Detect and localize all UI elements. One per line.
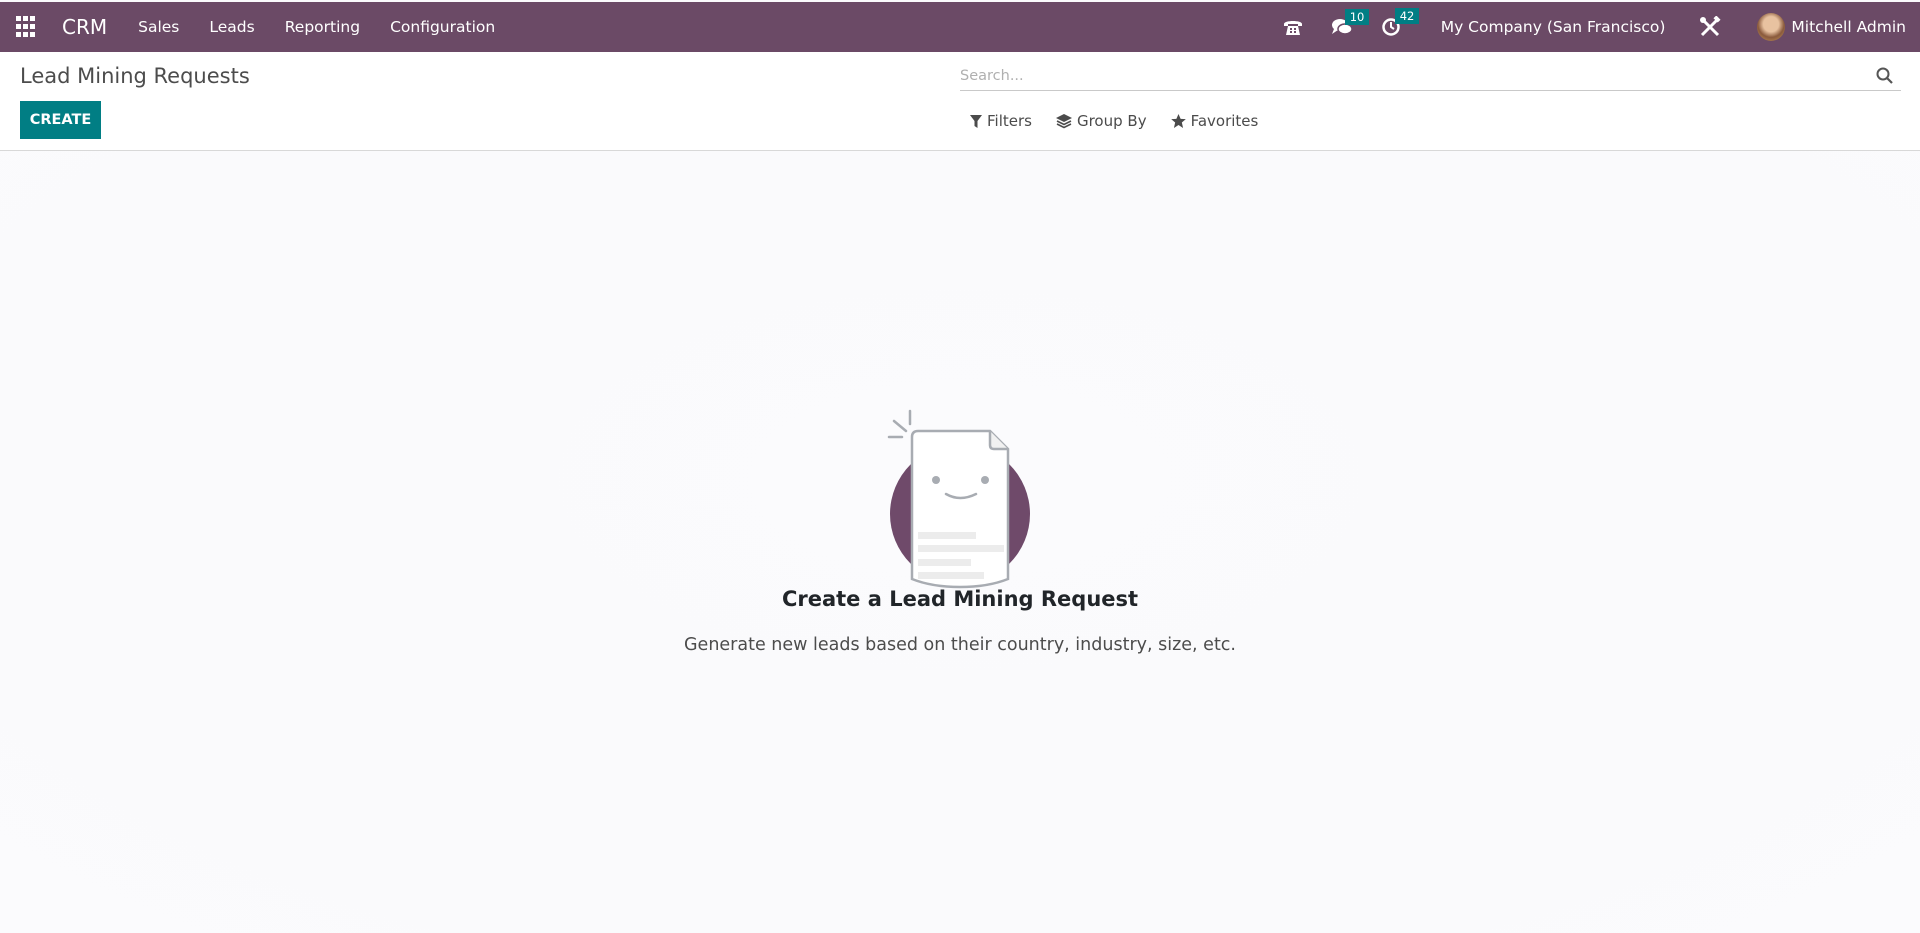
tools-icon[interactable]: [1699, 16, 1721, 38]
search-input[interactable]: [960, 68, 1875, 84]
search-icon[interactable]: [1875, 66, 1895, 86]
star-icon: [1170, 114, 1186, 128]
empty-state-description: Generate new leads based on their countr…: [684, 635, 1236, 655]
filters-label: Filters: [987, 112, 1032, 130]
favorites-button[interactable]: Favorites: [1170, 112, 1259, 130]
chat-icon[interactable]: 10: [1331, 9, 1370, 36]
clock-icon[interactable]: 42: [1381, 8, 1420, 37]
menu-leads[interactable]: Leads: [194, 18, 269, 36]
create-button[interactable]: CREATE: [20, 101, 101, 139]
page-title: Lead Mining Requests: [20, 64, 250, 88]
user-menu[interactable]: Mitchell Admin: [1757, 13, 1906, 41]
favorites-label: Favorites: [1190, 112, 1259, 130]
top-navbar: CRM Sales Leads Reporting Configuration …: [0, 2, 1920, 52]
navbar-left: CRM Sales Leads Reporting Configuration: [0, 2, 510, 52]
layers-icon: [1055, 113, 1072, 128]
search-options: Filters Group By Favorites: [970, 112, 1282, 130]
group-by-button[interactable]: Group By: [1055, 112, 1147, 130]
search-bar: [960, 62, 1901, 91]
empty-state-title: Create a Lead Mining Request: [781, 587, 1139, 611]
apps-menu-icon[interactable]: [16, 16, 38, 38]
phone-icon[interactable]: [1283, 18, 1303, 36]
control-panel: Lead Mining Requests CREATE Filters Grou…: [0, 52, 1920, 151]
company-switcher[interactable]: My Company (San Francisco): [1441, 18, 1666, 36]
user-name: Mitchell Admin: [1791, 18, 1906, 36]
messages-count-badge: 10: [1344, 9, 1370, 25]
avatar: [1757, 13, 1786, 41]
filter-icon: [970, 114, 982, 128]
group-by-label: Group By: [1076, 112, 1147, 130]
empty-state-area: Create a Lead Mining Request Generate ne…: [0, 151, 1920, 933]
menu-reporting[interactable]: Reporting: [270, 18, 375, 36]
menu-sales[interactable]: Sales: [123, 18, 194, 36]
activities-count-badge: 42: [1394, 8, 1420, 24]
app-brand[interactable]: CRM: [62, 15, 107, 39]
smiling-document-icon: [887, 409, 1030, 589]
menu-configuration[interactable]: Configuration: [375, 18, 510, 36]
navbar-right: 10 42 My Company (San Francisco) Mitchel…: [1269, 2, 1920, 52]
filters-button[interactable]: Filters: [970, 112, 1032, 130]
